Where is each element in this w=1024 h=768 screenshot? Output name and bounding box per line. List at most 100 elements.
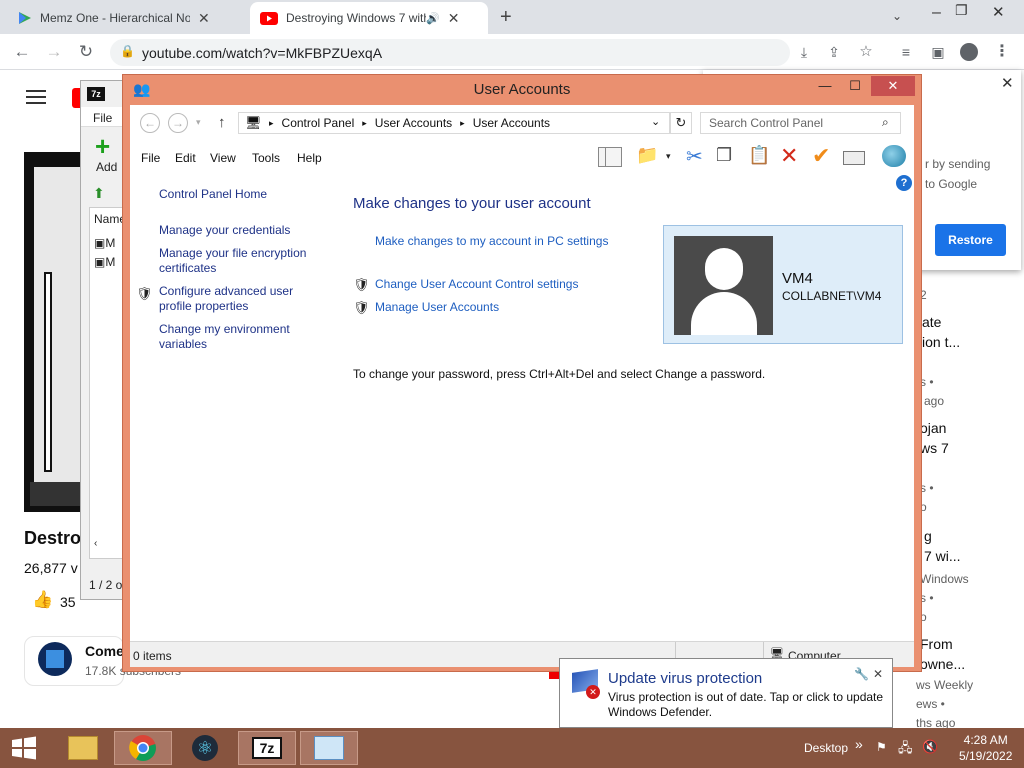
taskbar-react-app[interactable]: ⚛ (176, 731, 234, 765)
desktop-toolbar[interactable]: Desktop (804, 741, 848, 755)
menu-file[interactable]: File (93, 111, 112, 125)
maximize-button[interactable]: ☐ (841, 76, 869, 96)
menu-tools[interactable]: Tools (252, 151, 280, 165)
search-input[interactable]: Search Control Panel (700, 112, 901, 134)
hamburger-menu-icon[interactable] (26, 90, 46, 104)
password-hint: To change your password, press Ctrl+Alt+… (353, 367, 766, 381)
rec-title[interactable]: ate (922, 314, 941, 330)
address-bar[interactable]: 🖥 ▸ Control Panel ▸ User Accounts ▸ User… (238, 112, 670, 134)
back-icon[interactable]: ← (140, 113, 160, 133)
minimize-icon[interactable]: – (932, 4, 941, 22)
rec-title[interactable]: From (920, 636, 953, 652)
close-icon[interactable]: ✕ (873, 667, 883, 681)
file-row[interactable]: ▣M (94, 236, 115, 250)
copy-icon[interactable]: ❐ (716, 145, 732, 166)
rec-title[interactable]: ws 7 (920, 440, 949, 456)
minimize-button[interactable]: — (811, 76, 839, 96)
taskbar-file-explorer[interactable] (54, 731, 112, 765)
tab-memz[interactable]: Memz One - Hierarchical Notepa ✕ (8, 2, 246, 34)
back-icon[interactable]: ← (10, 40, 34, 64)
manage-user-accounts-link[interactable]: Manage User Accounts (375, 300, 499, 314)
close-icon[interactable]: ✕ (1001, 74, 1014, 92)
new-tab-icon[interactable]: + (500, 6, 512, 29)
start-button[interactable] (0, 731, 48, 765)
chevron-down-icon[interactable]: ⌄ (651, 115, 660, 128)
menu-view[interactable]: View (210, 151, 236, 165)
channel-avatar[interactable] (38, 642, 72, 676)
menu-file[interactable]: File (141, 151, 160, 165)
kebab-menu-icon[interactable]: ⋮ (990, 40, 1014, 64)
rec-text: s • (920, 591, 934, 605)
display-icon[interactable] (843, 151, 865, 165)
side-panel-icon[interactable]: ▣ (926, 40, 950, 64)
video-title: Destro (24, 528, 82, 548)
video-player[interactable] (24, 152, 80, 512)
pc-settings-link[interactable]: Make changes to my account in PC setting… (375, 234, 608, 248)
speaker-icon[interactable]: 🔊 (426, 12, 440, 25)
nav-environment-variables[interactable]: Change my environment variables (159, 322, 290, 352)
taskbar-control-panel[interactable] (300, 731, 358, 765)
chevron-down-icon[interactable]: ▾ (666, 151, 671, 162)
nav-control-panel-home[interactable]: Control Panel Home (159, 187, 267, 202)
network-icon[interactable]: 🖧 (898, 739, 913, 761)
status-text: 1 / 2 o (89, 578, 123, 592)
rec-title[interactable]: g (924, 528, 932, 544)
close-icon[interactable]: ✕ (448, 10, 460, 27)
nav-file-encryption[interactable]: Manage your file encryption certificates (159, 246, 306, 276)
menu-edit[interactable]: Edit (175, 151, 196, 165)
globe-icon[interactable] (882, 145, 906, 167)
forward-icon[interactable]: → (42, 40, 66, 64)
recent-locations-icon[interactable]: ▾ (196, 117, 201, 128)
help-icon[interactable]: ? (896, 175, 912, 191)
menu-help[interactable]: Help (297, 151, 322, 165)
file-row[interactable]: ▣M (94, 255, 115, 269)
clock[interactable]: 4:28 AM 5/19/2022 (959, 733, 1012, 763)
uac-settings-link[interactable]: Change User Account Control settings (375, 277, 578, 291)
channel-name[interactable]: Come (85, 643, 124, 659)
taskbar-chrome[interactable] (114, 731, 172, 765)
checkmark-icon[interactable]: ✔ (812, 143, 830, 169)
breadcrumb-item[interactable]: Control Panel (282, 116, 355, 130)
nav-manage-credentials[interactable]: Manage your credentials (159, 223, 290, 238)
preview-pane-icon[interactable] (598, 147, 622, 167)
action-center-icon[interactable]: ⚑ (876, 740, 887, 754)
close-icon[interactable]: ✕ (198, 10, 210, 27)
close-button[interactable]: ✕ (871, 76, 915, 96)
add-icon[interactable]: + (95, 133, 110, 159)
scroll-left-icon[interactable]: ‹ (94, 538, 97, 549)
restore-icon[interactable]: ❐ (955, 2, 968, 19)
up-arrow-icon[interactable]: ↑ (218, 114, 226, 131)
properties-icon[interactable]: 📁 (636, 145, 658, 166)
close-window-icon[interactable]: ✕ (992, 3, 1005, 21)
refresh-icon[interactable]: ↻ (670, 112, 692, 134)
profile-avatar-icon[interactable] (960, 43, 978, 61)
cut-icon[interactable]: ✂ (686, 144, 703, 169)
virus-notification[interactable]: ✕ Update virus protection Virus protecti… (559, 658, 893, 728)
breadcrumb-item[interactable]: User Accounts (375, 116, 452, 130)
rec-title[interactable]: ojan (920, 420, 946, 436)
settings-icon[interactable]: 🔧 (854, 667, 869, 681)
share-icon[interactable]: ⇪ (822, 40, 846, 64)
rec-title[interactable]: owne... (920, 656, 965, 672)
restore-button[interactable]: Restore (935, 224, 1006, 256)
forward-icon[interactable]: → (168, 113, 188, 133)
bookmark-star-icon[interactable]: ☆ (854, 40, 878, 64)
chevron-down-icon[interactable]: ⌄ (892, 9, 902, 23)
nav-advanced-profile[interactable]: Configure advanced user profile properti… (159, 284, 293, 314)
rec-title[interactable]: 7 wi... (924, 548, 961, 564)
media-controls-icon[interactable]: ≡ (894, 40, 918, 64)
up-folder-icon[interactable]: ⬆ (93, 185, 105, 202)
address-bar[interactable]: 🔒 youtube.com/watch?v=MkFBPZUexqA (110, 39, 790, 66)
like-icon[interactable]: 👍 (32, 590, 53, 610)
breadcrumb-item[interactable]: User Accounts (473, 116, 550, 130)
reload-icon[interactable]: ↻ (74, 40, 98, 64)
rec-title[interactable]: ion t... (922, 334, 960, 350)
show-hidden-icons-icon[interactable]: » (855, 736, 863, 752)
taskbar-7zip[interactable]: 7z (238, 731, 296, 765)
volume-muted-icon[interactable]: 🔇 (922, 739, 938, 755)
tab-youtube[interactable]: Destroying Windows 7 with 🔊 ✕ (250, 2, 488, 34)
delete-icon[interactable]: ✕ (780, 143, 798, 169)
control-panel-icon: 👥 (133, 81, 151, 97)
install-icon[interactable]: ⤓ (792, 40, 816, 64)
paste-icon[interactable]: 📋 (748, 145, 770, 166)
